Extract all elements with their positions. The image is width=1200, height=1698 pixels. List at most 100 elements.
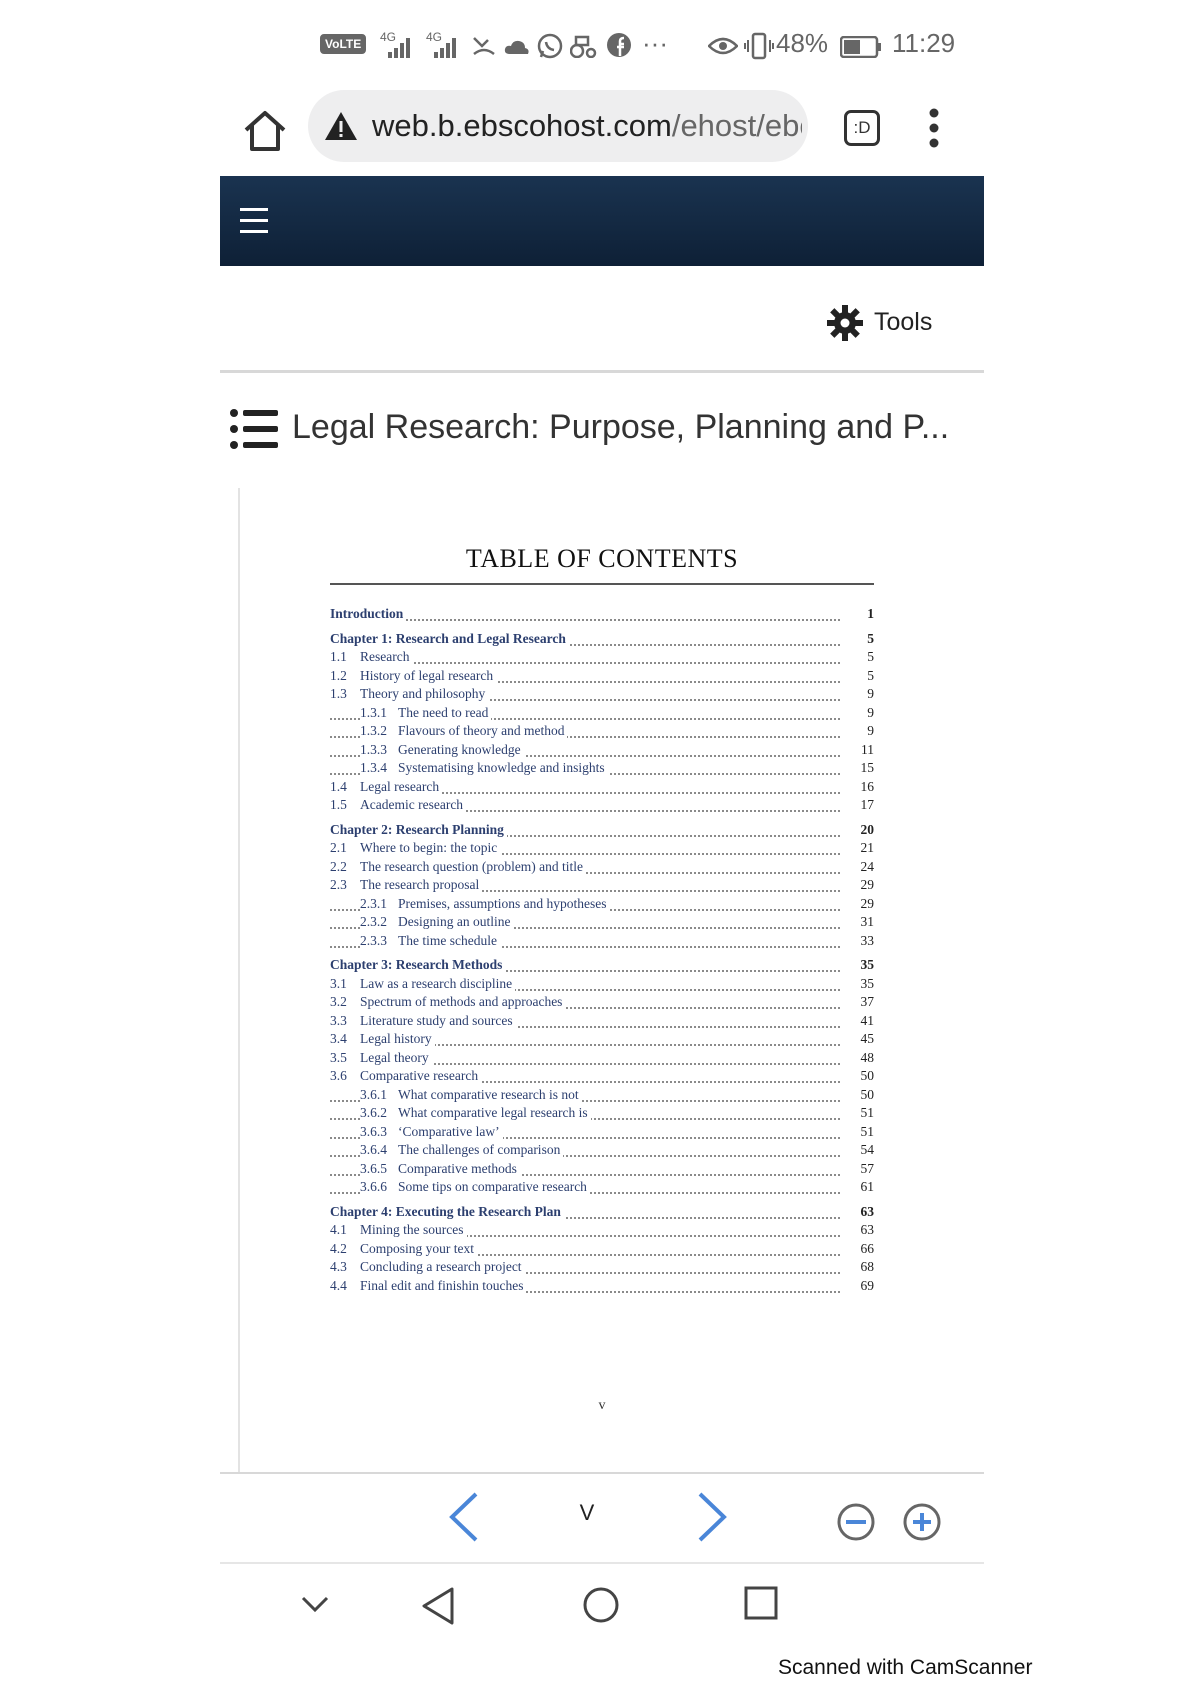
toc-section-title: Composing your text bbox=[360, 1240, 474, 1256]
toc-heading: TABLE OF CONTENTS bbox=[465, 544, 739, 573]
toc-entry[interactable]: 3.6.3 ‘Comparative law’ 51 bbox=[330, 1123, 874, 1142]
toc-entry[interactable]: 4.2 Composing your text 66 bbox=[330, 1240, 874, 1259]
toc-entry[interactable]: 2.3.2 Designing an outline 31 bbox=[330, 914, 874, 932]
toc-entry-label: 2.3.2 Designing an outline bbox=[360, 914, 514, 930]
toc-entry-label: 3.6 Comparative research bbox=[330, 1068, 482, 1084]
toc-entry[interactable]: 1.4 Legal research 16 bbox=[330, 778, 874, 797]
toc-page-number: 37 bbox=[844, 994, 874, 1010]
document-title: Legal Research: Purpose, Planning and P.… bbox=[292, 408, 950, 446]
toc-section-title: Law as a research discipline bbox=[360, 975, 513, 991]
toc-section-title: Chapter 3: Research Methods bbox=[330, 957, 503, 972]
toc-entry[interactable]: Introduction 1 bbox=[330, 606, 874, 624]
toc-page-number: 61 bbox=[844, 1179, 874, 1195]
toc-page-number: 66 bbox=[844, 1240, 874, 1257]
next-page-icon[interactable] bbox=[692, 1490, 732, 1544]
toc-entry[interactable]: 3.1 Law as a research discipline 35 bbox=[330, 975, 874, 994]
toc-section-number: 2.2 bbox=[330, 858, 347, 874]
toc-entry[interactable]: 4.4 Final edit and finishin touches 69 bbox=[330, 1277, 874, 1296]
toc-entry-label: 2.1 Where to begin: the topic bbox=[330, 840, 501, 856]
eye-icon bbox=[708, 37, 738, 55]
toc-page-number: 41 bbox=[844, 1012, 874, 1029]
toc-entry[interactable]: 3.4 Legal history 45 bbox=[330, 1031, 874, 1049]
toc-entry-label: 1.3.1 The need to read bbox=[360, 704, 492, 721]
toc-entry[interactable]: 2.2 The research question (problem) and t… bbox=[330, 858, 874, 877]
toc-entry[interactable]: 1.3 Theory and philosophy 9 bbox=[330, 686, 874, 704]
toc-page-number: 54 bbox=[844, 1142, 874, 1158]
warning-icon[interactable] bbox=[324, 110, 358, 142]
toc-page-number: 63 bbox=[844, 1222, 874, 1238]
back-icon[interactable] bbox=[420, 1586, 456, 1626]
divider bbox=[220, 1562, 984, 1564]
chevron-down-icon[interactable] bbox=[300, 1592, 330, 1616]
toc-entry-label: 4.3 Concluding a research project bbox=[330, 1259, 525, 1275]
table-of-contents-icon[interactable] bbox=[230, 408, 278, 450]
toc-entry[interactable]: 1.3.1 The need to read 9 bbox=[330, 704, 874, 723]
toc-entry[interactable]: 3.6.4 The challenges of comparison 54 bbox=[330, 1142, 874, 1160]
signal-bars-icon bbox=[388, 38, 410, 58]
toc-entry[interactable]: Chapter 2: Research Planning 20 bbox=[330, 821, 874, 840]
toc-entry[interactable]: 3.6.1 What comparative research is not 50 bbox=[330, 1086, 874, 1105]
tab-switcher-button[interactable]: :D bbox=[844, 110, 880, 146]
status-bar: VoLTE 4G 4G ··· 48% 11:29 bbox=[320, 28, 960, 68]
toc-section-title: The challenges of comparison bbox=[398, 1142, 561, 1157]
zoom-in-icon[interactable] bbox=[902, 1502, 942, 1542]
toc-entry[interactable]: 1.3.4 Systematising knowledge and insight… bbox=[330, 760, 874, 778]
cloud-icon bbox=[504, 40, 529, 54]
toc-entry-label: 4.1 Mining the sources bbox=[330, 1222, 467, 1238]
toc-entry[interactable]: 3.6.2 What comparative legal research is 5… bbox=[330, 1105, 874, 1123]
toc-entry[interactable]: 3.6.5 Comparative methods 57 bbox=[330, 1160, 874, 1179]
more-options-icon[interactable] bbox=[928, 108, 940, 148]
toc-page-number: 5 bbox=[844, 630, 874, 647]
toc-entry[interactable]: 3.6.6 Some tips on comparative research 61 bbox=[330, 1179, 874, 1197]
previous-page-icon[interactable] bbox=[444, 1490, 484, 1544]
zoom-out-icon[interactable] bbox=[836, 1502, 876, 1542]
toc-entry[interactable]: 4.3 Concluding a research project 68 bbox=[330, 1259, 874, 1277]
toc-page-number: 29 bbox=[844, 877, 874, 893]
toc-entry-label: Chapter 2: Research Planning bbox=[330, 821, 507, 838]
toc-entry[interactable]: 2.3.3 The time schedule 33 bbox=[330, 932, 874, 951]
toc-entry[interactable]: 1.3.3 Generating knowledge 11 bbox=[330, 741, 874, 760]
toc-entry[interactable]: Chapter 1: Research and Legal Research 5 bbox=[330, 630, 874, 649]
toc-page-number: 50 bbox=[844, 1086, 874, 1103]
recent-apps-icon[interactable] bbox=[744, 1586, 778, 1620]
toc-entry[interactable]: Chapter 3: Research Methods 35 bbox=[330, 957, 874, 975]
toc-section-number: 1.3.3 bbox=[360, 741, 387, 757]
toc-page-number: 33 bbox=[844, 932, 874, 949]
toc-section-title: Where to begin: the topic bbox=[360, 840, 498, 855]
toc-entry-label: 3.6.2 What comparative legal research is bbox=[360, 1105, 591, 1121]
page-number-footer: v bbox=[598, 1398, 606, 1413]
toc-page-number: 51 bbox=[844, 1123, 874, 1140]
toc-page-number: 5 bbox=[844, 667, 874, 684]
hamburger-menu-icon[interactable] bbox=[240, 206, 268, 236]
more-notifications-icon: ··· bbox=[642, 28, 668, 58]
clock: 11:29 bbox=[892, 28, 956, 58]
toc-entry[interactable]: 3.6 Comparative research 50 bbox=[330, 1068, 874, 1086]
toc-entry[interactable]: 2.3 The research proposal 29 bbox=[330, 877, 874, 895]
toc-leader-dots bbox=[330, 619, 840, 621]
toc-section-title: Flavours of theory and method bbox=[398, 723, 565, 738]
toc-entry[interactable]: 1.3.2 Flavours of theory and method 9 bbox=[330, 723, 874, 741]
toc-entry[interactable]: 2.3.1 Premises, assumptions and hypothese… bbox=[330, 895, 874, 914]
toc-entry[interactable]: 1.5 Academic research 17 bbox=[330, 797, 874, 815]
toc-entry[interactable]: Chapter 4: Executing the Research Plan 63 bbox=[330, 1203, 874, 1222]
toc-entry-label: Introduction bbox=[330, 606, 407, 622]
toc-section-title: Literature study and sources bbox=[360, 1012, 513, 1028]
toc-entry[interactable]: 2.1 Where to begin: the topic 21 bbox=[330, 840, 874, 858]
toc-section-number: 2.1 bbox=[330, 840, 347, 855]
toc-entry[interactable]: 3.2 Spectrum of methods and approaches 37 bbox=[330, 994, 874, 1012]
toc-entry[interactable]: 3.5 Legal theory 48 bbox=[330, 1049, 874, 1068]
toc-entry[interactable]: 3.3 Literature study and sources 41 bbox=[330, 1012, 874, 1031]
toc-entry[interactable]: 4.1 Mining the sources 63 bbox=[330, 1222, 874, 1240]
toc-entry[interactable]: 1.2 History of legal research 5 bbox=[330, 667, 874, 686]
home-circle-icon[interactable] bbox=[582, 1586, 620, 1624]
home-icon[interactable] bbox=[242, 108, 288, 154]
toc-entry-label: 1.3 Theory and philosophy bbox=[330, 686, 489, 702]
toc-page-number: 5 bbox=[844, 649, 874, 665]
toc-page-number: 29 bbox=[844, 895, 874, 912]
current-page-indicator: V bbox=[579, 1500, 595, 1525]
toc-entry[interactable]: 1.1 Research 5 bbox=[330, 649, 874, 667]
url-text[interactable]: web.b.ebscohost.com/ehost/eboc bbox=[372, 108, 802, 144]
toc-entry-label: 1.3.3 Generating knowledge bbox=[360, 741, 524, 758]
toc-page-number: 31 bbox=[844, 914, 874, 930]
toc-entry-label: 3.6.1 What comparative research is not bbox=[360, 1086, 582, 1103]
